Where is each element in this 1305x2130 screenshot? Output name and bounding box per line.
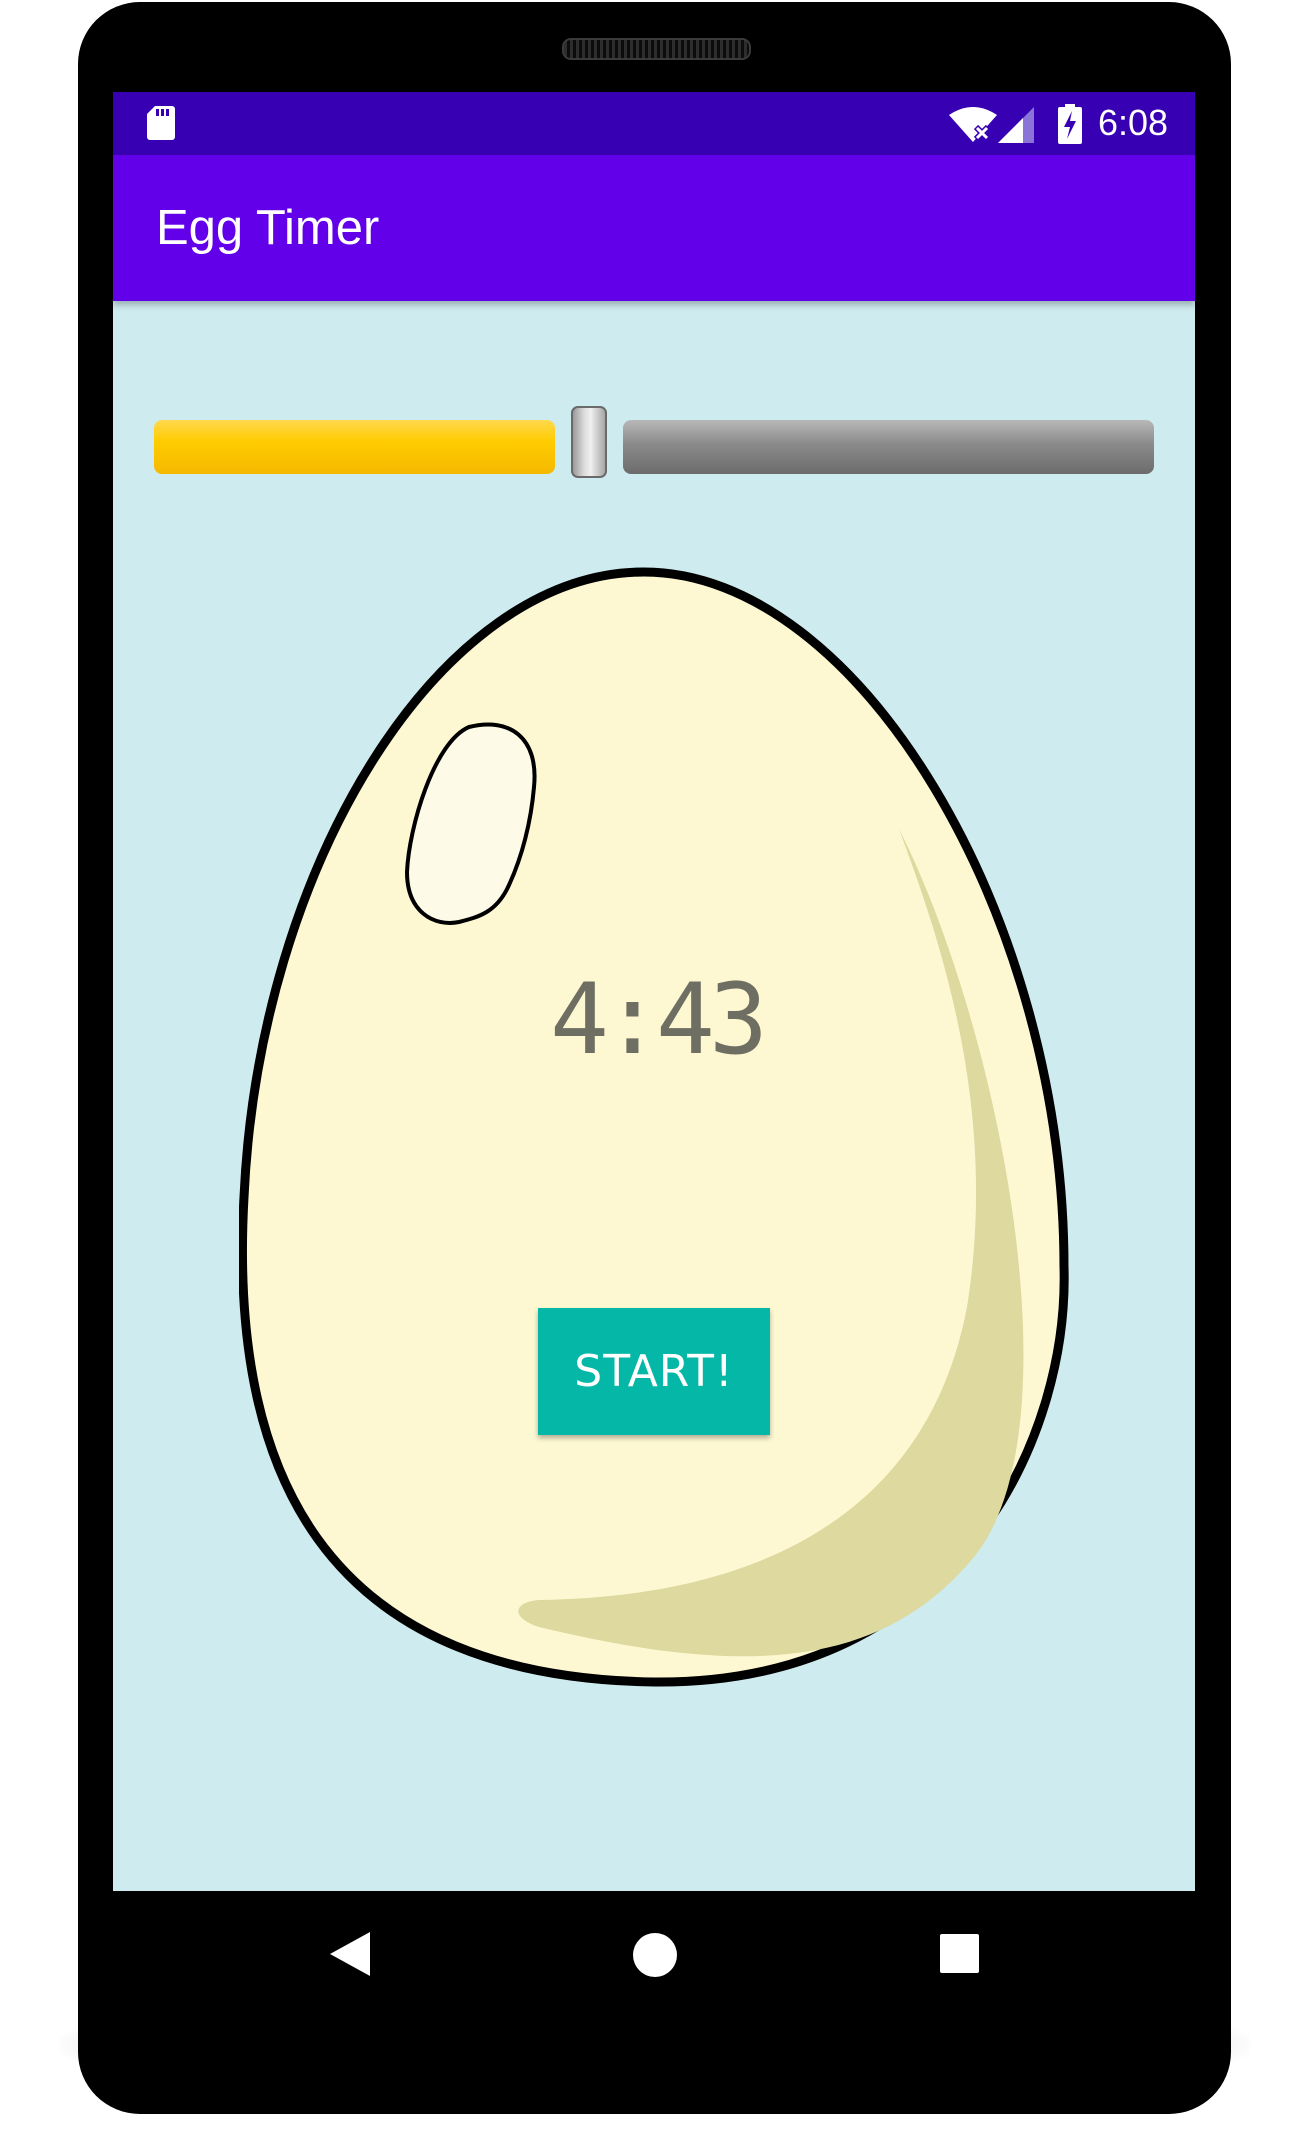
signal-icon (998, 107, 1034, 143)
status-clock: 6:08 (1098, 102, 1169, 143)
home-icon[interactable] (633, 1933, 677, 1977)
recents-icon[interactable] (940, 1934, 979, 1973)
app-title: Egg Timer (156, 201, 380, 255)
cook-time-slider[interactable] (154, 406, 1154, 482)
app-screen: 6:08 Egg Timer 4:43 START! (113, 92, 1195, 1891)
wifi-off-icon (949, 107, 997, 142)
battery-charging-icon (1058, 104, 1082, 144)
slider-active-track (154, 420, 555, 474)
status-bar: 6:08 (113, 92, 1195, 155)
slider-thumb[interactable] (571, 406, 607, 478)
app-bar: Egg Timer (113, 155, 1195, 301)
egg-illustration (239, 567, 1069, 1687)
back-icon[interactable] (330, 1932, 370, 1976)
timer-display: 4:43 (549, 963, 768, 1077)
sd-card-icon (147, 106, 175, 140)
speaker-grille (562, 38, 751, 60)
slider-inactive-track (623, 420, 1154, 474)
start-button[interactable]: START! (538, 1308, 770, 1435)
